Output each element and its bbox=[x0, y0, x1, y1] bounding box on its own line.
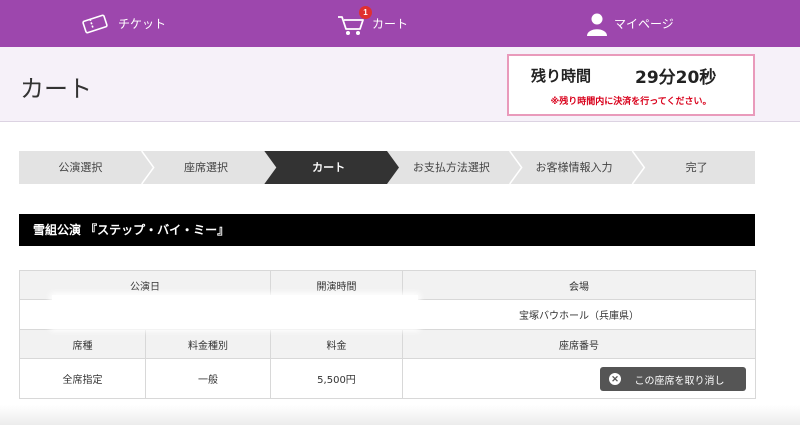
nav-mypage[interactable]: マイページ bbox=[586, 0, 674, 47]
close-circle-icon: ✕ bbox=[609, 373, 621, 385]
remaining-time-box: 残り時間 29分20秒 ※残り時間内に決済を行ってください。 bbox=[507, 54, 755, 116]
bottom-shadow bbox=[0, 405, 800, 425]
step-5: お客様情報入力 bbox=[535, 161, 613, 174]
table-header-row: 席種 料金種別 料金 座席番号 bbox=[19, 329, 756, 359]
nav-mypage-label: マイページ bbox=[614, 17, 674, 31]
header-seat-number: 座席番号 bbox=[402, 329, 756, 359]
remaining-time-label: 残り時間 bbox=[531, 67, 592, 85]
redacted-area bbox=[52, 295, 418, 329]
ticket-icon bbox=[80, 12, 112, 36]
venue: 宝塚バウホール（兵庫県） bbox=[402, 299, 756, 330]
nav-cart-label: カート bbox=[372, 17, 409, 31]
nav-ticket[interactable]: チケット bbox=[80, 0, 166, 47]
remaining-time-note: ※残り時間内に決済を行ってください。 bbox=[550, 97, 712, 107]
step-1: 公演選択 bbox=[58, 161, 103, 174]
header-price-type: 料金種別 bbox=[145, 329, 271, 359]
step-4: お支払方法選択 bbox=[412, 161, 490, 174]
cancel-seat-label: この座席を取り消し bbox=[634, 375, 725, 387]
header-price: 料金 bbox=[270, 329, 403, 359]
page-title: カート bbox=[20, 75, 92, 103]
nav-cart[interactable]: 1 カート bbox=[336, 0, 408, 47]
user-icon bbox=[586, 11, 608, 37]
top-nav: チケット 1 カート マイページ bbox=[0, 0, 800, 47]
step-3-active: カート bbox=[312, 161, 346, 174]
step-6: 完了 bbox=[685, 161, 708, 174]
cart-count-badge: 1 bbox=[359, 6, 372, 19]
performance-title: 雪組公演 『ステップ・バイ・ミー』 bbox=[19, 214, 755, 246]
header-venue: 会場 bbox=[402, 270, 756, 300]
remaining-time-value: 29分20秒 bbox=[635, 68, 717, 88]
header-seat-type: 席種 bbox=[19, 329, 146, 359]
cancel-seat-button[interactable]: ✕ この座席を取り消し bbox=[600, 367, 746, 391]
step-2: 座席選択 bbox=[183, 161, 228, 174]
nav-ticket-label: チケット bbox=[118, 17, 167, 31]
page-header: カート 残り時間 29分20秒 ※残り時間内に決済を行ってください。 bbox=[0, 47, 800, 122]
price-type: 一般 bbox=[145, 358, 271, 399]
seat-type: 全席指定 bbox=[19, 358, 146, 399]
price: 5,500円 bbox=[270, 358, 403, 399]
step-progress: 公演選択 座席選択 カート お支払方法選択 お客様情報入力 完了 bbox=[19, 151, 755, 184]
